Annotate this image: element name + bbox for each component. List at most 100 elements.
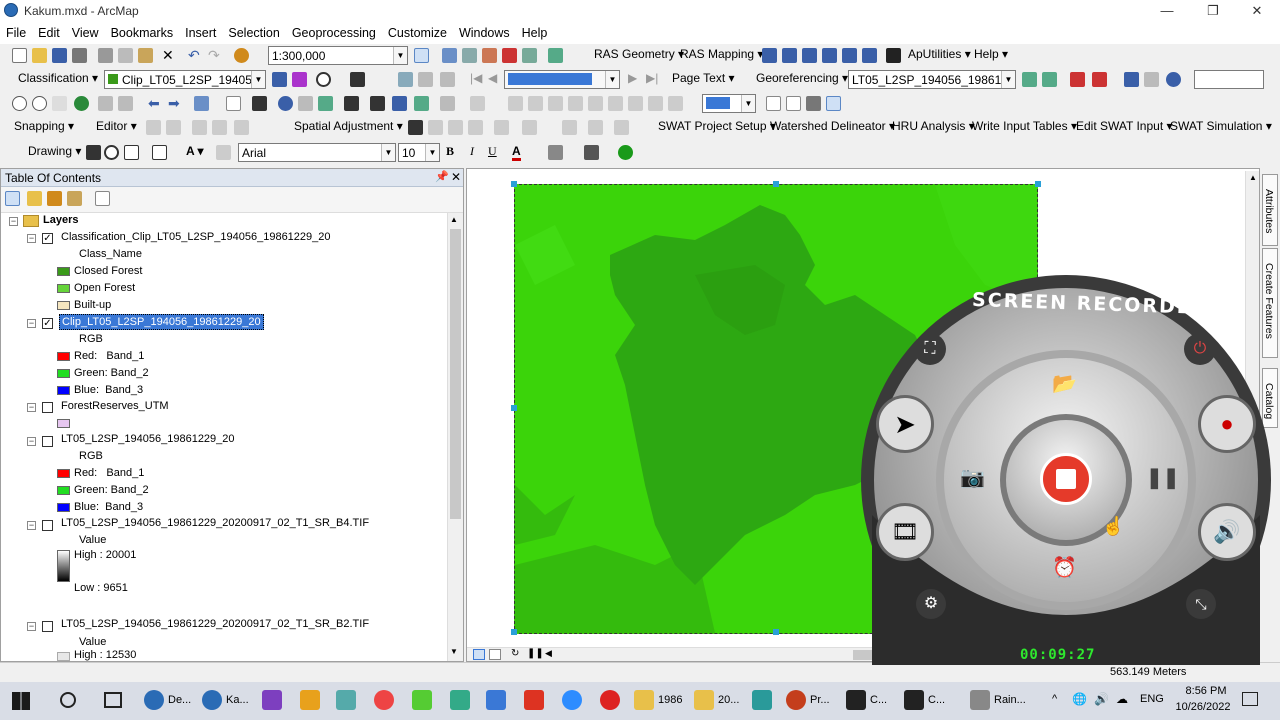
rectangle-icon[interactable] — [152, 145, 167, 160]
select-elements-icon[interactable] — [252, 96, 267, 111]
frame-handle-w[interactable] — [511, 405, 517, 411]
snapping-menu[interactable]: Snapping ▾ — [14, 119, 74, 133]
b2-gradient-ramp[interactable] — [57, 652, 70, 661]
help-menu[interactable]: Help ▾ — [974, 47, 1008, 61]
tray-chevron-icon[interactable]: ^ — [1052, 693, 1057, 705]
layout-zoom-whole-icon[interactable] — [568, 96, 583, 111]
layout-tool-3-icon[interactable] — [440, 72, 455, 87]
last-page-icon[interactable]: ▶| — [646, 71, 658, 85]
end-point-arc-icon[interactable] — [212, 120, 227, 135]
ras-tool-2-icon[interactable] — [782, 48, 797, 63]
taskbar-acrobat[interactable] — [524, 690, 548, 712]
clip-layer-name[interactable]: Clip_LT05_L2SP_194056_19861229_20 — [59, 314, 264, 330]
taskbar-7zip-1[interactable]: C... — [846, 690, 887, 712]
sa-modify-link-icon[interactable] — [448, 120, 463, 135]
page-text-menu[interactable]: Page Text ▾ — [672, 71, 735, 85]
menu-selection[interactable]: Selection — [222, 22, 285, 40]
toc-window-icon[interactable] — [442, 48, 457, 63]
b4-layer-checkbox[interactable] — [42, 520, 53, 531]
taskbar-opera[interactable] — [600, 690, 624, 712]
frame-handle-sw[interactable] — [511, 629, 517, 635]
classification-layer-name[interactable]: Classification_Clip_LT05_L2SP_194056_198… — [61, 231, 331, 243]
list-by-source-icon[interactable] — [27, 191, 42, 206]
layout-tool-2-icon[interactable] — [418, 72, 433, 87]
built-up-swatch[interactable] — [57, 301, 70, 310]
layers-collapse-icon[interactable]: − — [9, 217, 18, 226]
taskbar-app-blue[interactable] — [486, 690, 510, 712]
menu-windows[interactable]: Windows — [453, 22, 516, 40]
search-window-icon[interactable] — [482, 48, 497, 63]
scale-combo[interactable]: 1:300,000 ▼ — [268, 46, 408, 65]
delete-icon[interactable]: ✕ — [162, 47, 174, 64]
forest-reserves-checkbox[interactable] — [42, 402, 53, 413]
lt05-collapse-icon[interactable]: − — [27, 437, 36, 446]
rotate-element-icon[interactable] — [104, 145, 119, 160]
hyperlink-icon[interactable] — [298, 96, 313, 111]
taskbar-app-green[interactable] — [450, 690, 474, 712]
taskbar-qgis[interactable] — [412, 690, 436, 712]
attributes-tab[interactable]: Attributes — [1262, 174, 1278, 246]
layout-forward-icon[interactable] — [668, 96, 683, 111]
stop-record-button[interactable] — [1040, 453, 1092, 505]
frame-handle-s[interactable] — [773, 629, 779, 635]
copy-icon[interactable] — [118, 48, 133, 63]
taskbar-arcmap-1[interactable]: De... — [144, 690, 191, 712]
paste-icon[interactable] — [138, 48, 153, 63]
taskbar-zoom[interactable] — [562, 690, 586, 712]
menu-insert[interactable]: Insert — [179, 22, 222, 40]
draw-circle-icon[interactable] — [316, 72, 331, 87]
taskbar-app-orange[interactable] — [300, 690, 324, 712]
pause-icon[interactable]: ❚❚ — [1146, 465, 1180, 490]
write-input-tables-menu[interactable]: Write Input Tables ▾ — [972, 119, 1077, 133]
clock-date[interactable]: 10/26/2022 — [1172, 701, 1234, 713]
pan-icon[interactable] — [52, 96, 67, 111]
scroll-up-icon[interactable]: ▲ — [450, 215, 458, 224]
new-document-icon[interactable] — [12, 48, 27, 63]
fixed-zoom-out-icon[interactable] — [118, 96, 133, 111]
forest-reserves-name[interactable]: ForestReserves_UTM — [61, 400, 169, 412]
data-view-tab-icon[interactable] — [489, 649, 501, 660]
swat-simulation-menu[interactable]: SWAT Simulation ▾ — [1170, 119, 1272, 133]
classification-collapse-icon[interactable]: − — [27, 234, 36, 243]
line-color-icon[interactable] — [584, 145, 599, 160]
b2-layer-checkbox[interactable] — [42, 621, 53, 632]
html-popup-icon[interactable] — [318, 96, 333, 111]
folder-icon[interactable]: 📂 — [1052, 371, 1077, 396]
ras-tool-6-icon[interactable] — [862, 48, 877, 63]
data-driven-pages-icon[interactable] — [826, 96, 841, 111]
b4-layer-name[interactable]: LT05_L2SP_194056_19861229_20200917_02_T1… — [61, 517, 369, 529]
python-window-icon[interactable] — [522, 48, 537, 63]
cursor-mode-icon[interactable]: ➤ — [876, 395, 934, 453]
italic-button[interactable]: I — [470, 144, 474, 159]
find-route-icon[interactable] — [392, 96, 407, 111]
save-icon[interactable] — [52, 48, 67, 63]
aputilities-menu[interactable]: ApUtilities ▾ — [908, 47, 971, 61]
taskbar-powerpoint[interactable]: Pr... — [786, 690, 830, 712]
sa-tool-icon[interactable] — [588, 120, 603, 135]
editor-toolbar-icon[interactable] — [414, 48, 429, 63]
goto-xy-icon[interactable] — [414, 96, 429, 111]
forest-reserves-swatch[interactable] — [57, 419, 70, 428]
focus-data-frame-icon[interactable] — [786, 96, 801, 111]
scroll-left-icon[interactable]: ◀ — [545, 648, 552, 659]
ras-tool-3-icon[interactable] — [802, 48, 817, 63]
swat-project-setup-menu[interactable]: SWAT Project Setup ▾ — [658, 119, 776, 133]
training-manager-icon[interactable] — [272, 72, 287, 87]
taskbar-7zip-2[interactable]: C... — [904, 690, 945, 712]
forward-extent-icon[interactable]: ➡ — [168, 95, 180, 112]
minimize-button[interactable]: — — [1144, 2, 1190, 20]
screenshot-icon[interactable]: 📷 — [960, 465, 985, 490]
link-table-icon[interactable] — [1124, 72, 1139, 87]
layout-zoom-out-icon[interactable] — [528, 96, 543, 111]
rotate-icon[interactable] — [1022, 72, 1037, 87]
georeferencing-layer-combo[interactable]: LT05_L2SP_194056_19861229_ ▼ — [848, 70, 1016, 89]
resize-icon[interactable]: ⤡ — [1186, 589, 1216, 619]
taskbar-chrome[interactable] — [374, 690, 398, 712]
toc-scrollbar[interactable]: ▲ ▼ — [447, 213, 463, 661]
taskbar-folder-1986[interactable]: 1986 — [634, 690, 682, 712]
edit-annotation-icon[interactable] — [166, 120, 181, 135]
power-icon[interactable]: ⏻ — [1184, 333, 1216, 365]
webcam-icon[interactable]: ● — [1198, 395, 1256, 453]
menu-geoprocessing[interactable]: Geoprocessing — [286, 22, 382, 40]
refresh-icon[interactable] — [1166, 72, 1181, 87]
